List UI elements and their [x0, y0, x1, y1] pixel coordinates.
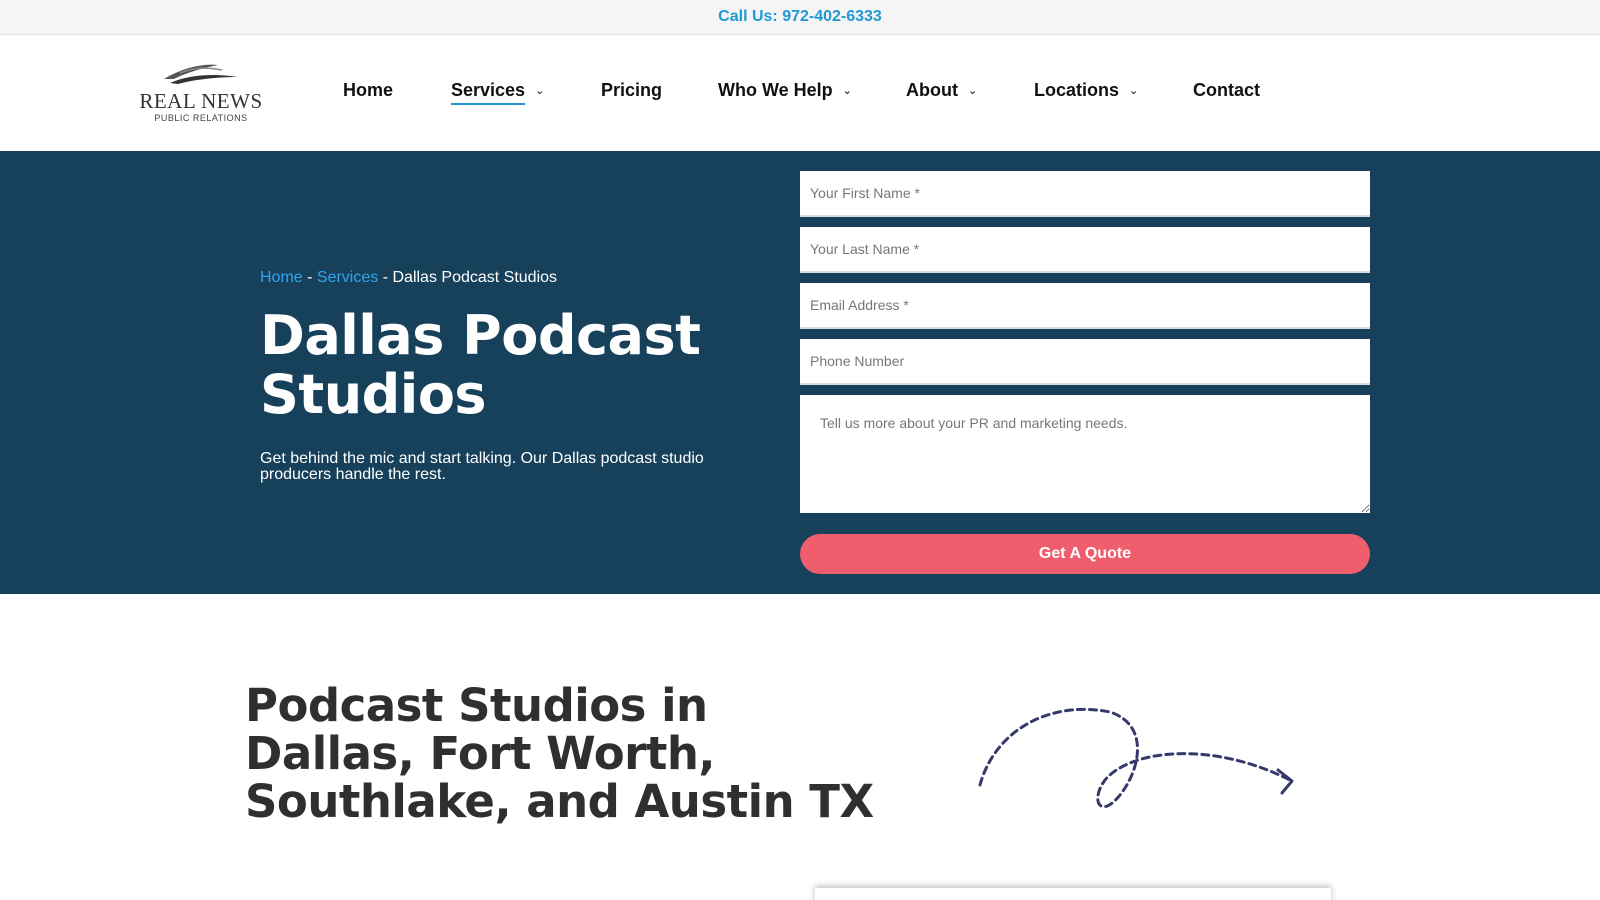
- nav-item-label: Services: [451, 80, 526, 105]
- section-title: Podcast Studios in Dallas, Fort Worth, S…: [245, 679, 874, 828]
- nav-item-pricing[interactable]: Pricing: [601, 80, 662, 101]
- hero-subtitle: Get behind the mic and start talking. Ou…: [260, 450, 704, 483]
- dashed-arrow-icon: [978, 707, 1294, 809]
- nav-item-locations[interactable]: Locations ⌄: [1034, 80, 1138, 101]
- chevron-down-icon: ⌄: [842, 85, 852, 97]
- nav-item-label: Contact: [1193, 80, 1260, 100]
- breadcrumb-current: Dallas Podcast Studios: [392, 269, 558, 286]
- nav-item-services[interactable]: Services ⌄: [451, 80, 545, 105]
- top-bar: Call Us: 972-402-6333: [0, 0, 1600, 35]
- nav-item-home[interactable]: Home: [343, 80, 393, 101]
- nav-item-label: Home: [343, 80, 394, 100]
- nav-item-label: Locations: [1034, 80, 1120, 100]
- site-header: REAL NEWS PUBLIC RELATIONS Home Services…: [0, 35, 1600, 151]
- breadcrumb-services-link[interactable]: Services: [317, 269, 378, 286]
- nav-item-about[interactable]: About ⌄: [906, 80, 977, 101]
- hero-section: Home - Services - Dallas Podcast Studios…: [0, 151, 1600, 594]
- get-a-quote-button[interactable]: Get A Quote: [800, 534, 1370, 574]
- breadcrumb-home-link[interactable]: Home: [260, 269, 303, 286]
- nav-item-label: About: [906, 80, 958, 100]
- page-title: Dallas Podcast Studios: [260, 304, 701, 426]
- nav-item-contact[interactable]: Contact: [1193, 80, 1260, 101]
- breadcrumb-separator: -: [302, 269, 317, 286]
- email-field[interactable]: [800, 283, 1370, 329]
- chevron-down-icon: ⌄: [535, 85, 545, 97]
- content-card: [815, 888, 1331, 900]
- first-name-field[interactable]: [800, 171, 1370, 217]
- call-us-link[interactable]: Call Us: 972-402-6333: [718, 8, 882, 26]
- breadcrumb: Home - Services - Dallas Podcast Studios: [260, 269, 557, 287]
- main-nav: Home Services ⌄ Pricing Who We Help ⌄ Abou…: [0, 35, 1600, 151]
- chevron-down-icon: ⌄: [1129, 85, 1139, 97]
- last-name-field[interactable]: [800, 227, 1370, 273]
- nav-item-label: Pricing: [601, 80, 663, 100]
- phone-field[interactable]: [800, 339, 1370, 385]
- nav-item-label: Who We Help: [718, 80, 833, 100]
- message-field[interactable]: [800, 395, 1370, 513]
- breadcrumb-separator: -: [378, 269, 393, 286]
- nav-item-who-we-help[interactable]: Who We Help ⌄: [718, 80, 852, 101]
- chevron-down-icon: ⌄: [967, 85, 978, 97]
